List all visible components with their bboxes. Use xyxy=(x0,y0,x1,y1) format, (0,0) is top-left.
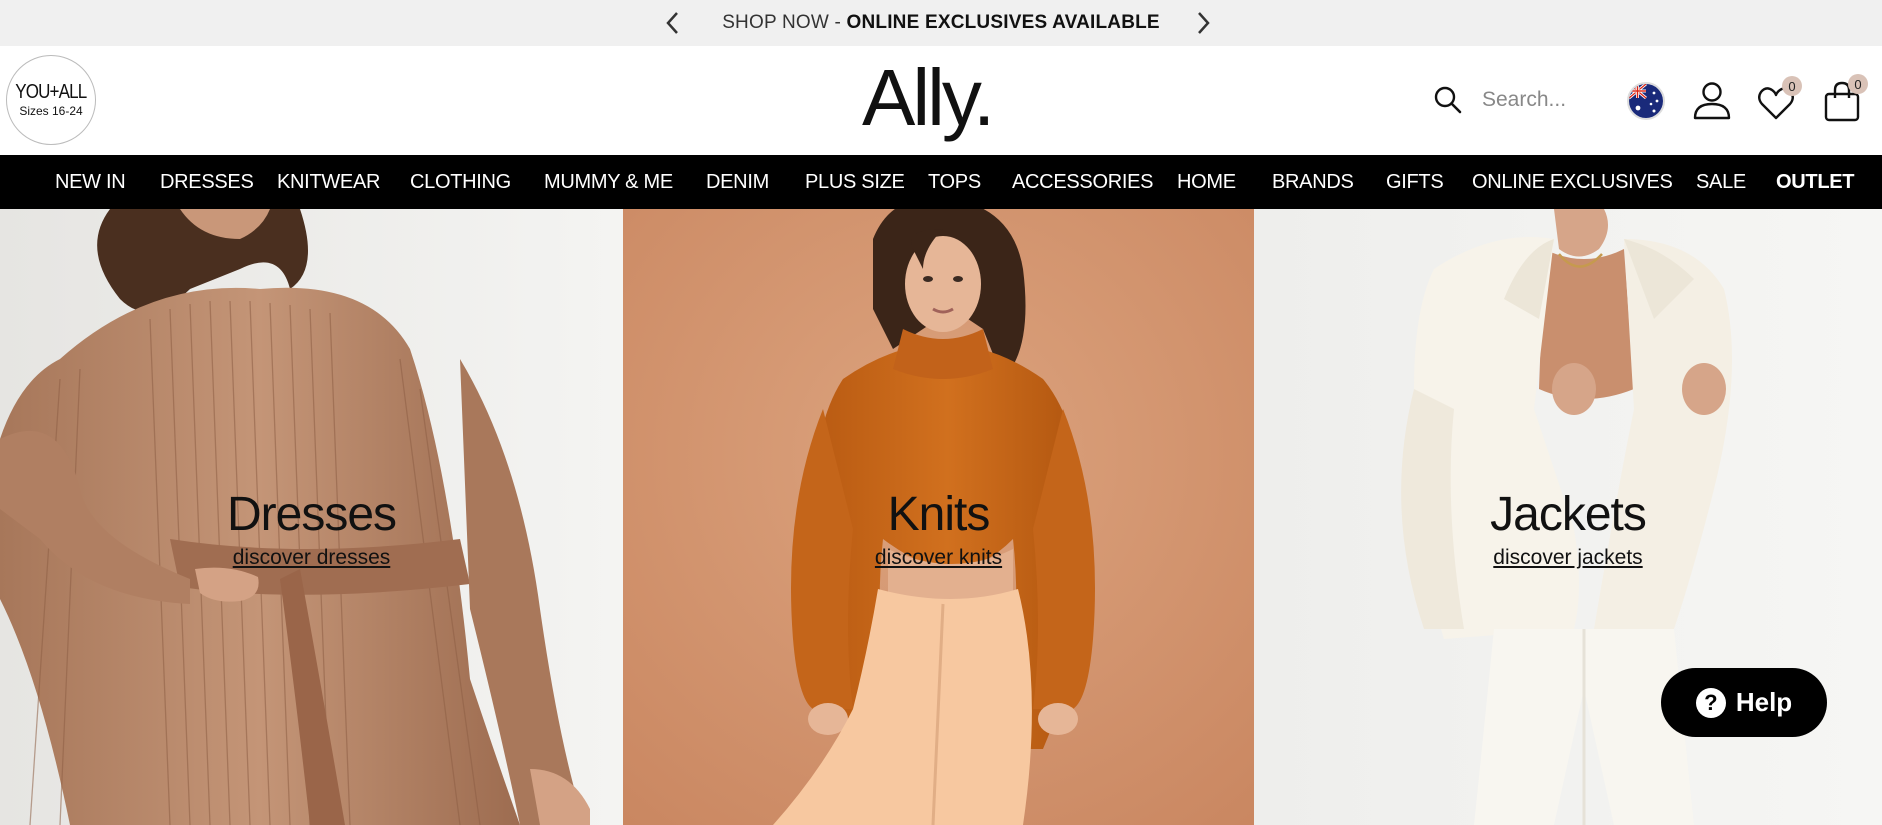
nav-item-outlet[interactable]: OUTLET xyxy=(1776,155,1855,209)
question-mark-icon: ? xyxy=(1695,687,1726,718)
site-header: YOU+ALL Sizes 16-24 Ally. Search... 0 0 xyxy=(0,46,1882,155)
tile-knits[interactable]: Knits discover knits xyxy=(623,209,1254,825)
announcement-highlight: ONLINE EXCLUSIVES AVAILABLE xyxy=(846,12,1160,33)
announcement-bar: SHOP NOW - ONLINE EXCLUSIVES AVAILABLE xyxy=(0,0,1882,46)
nav-item-gifts[interactable]: GIFTS xyxy=(1386,155,1444,209)
tile-jackets-title: Jackets xyxy=(1490,488,1647,541)
search-input[interactable] xyxy=(1480,83,1604,117)
main-navigation: NEW IN DRESSES KNITWEAR CLOTHING MUMMY &… xyxy=(0,155,1882,209)
nav-item-knitwear[interactable]: KNITWEAR xyxy=(277,155,380,209)
you-plus-all-title: YOU+ALL xyxy=(15,81,87,103)
announcement-next-button[interactable] xyxy=(1188,7,1218,39)
nav-item-plus-size[interactable]: PLUS SIZE xyxy=(805,155,905,209)
announcement-text[interactable]: SHOP NOW - ONLINE EXCLUSIVES AVAILABLE xyxy=(722,12,1160,34)
help-label: Help xyxy=(1735,687,1793,717)
nav-item-sale[interactable]: SALE xyxy=(1696,155,1746,209)
nav-item-tops[interactable]: TOPS xyxy=(928,155,981,209)
tile-knits-link[interactable]: discover knits xyxy=(623,546,1254,570)
region-selector[interactable] xyxy=(1627,82,1665,120)
search-icon[interactable] xyxy=(1433,85,1463,115)
nav-item-home[interactable]: HOME xyxy=(1177,155,1236,209)
nav-item-dresses[interactable]: DRESSES xyxy=(160,155,254,209)
category-tiles: Dresses discover dresses Knits discover … xyxy=(0,209,1882,825)
wishlist-count-badge: 0 xyxy=(1782,76,1802,96)
help-button[interactable]: ? Help xyxy=(1661,668,1827,737)
tile-jackets-link[interactable]: discover jackets xyxy=(1254,546,1882,570)
account-icon[interactable] xyxy=(1692,80,1732,120)
you-plus-all-badge[interactable]: YOU+ALL Sizes 16-24 xyxy=(6,55,96,145)
australia-flag-icon xyxy=(1629,84,1663,118)
tile-dresses-link[interactable]: discover dresses xyxy=(0,546,623,570)
nav-item-brands[interactable]: BRANDS xyxy=(1272,155,1354,209)
nav-item-denim[interactable]: DENIM xyxy=(706,155,769,209)
site-logo[interactable]: Ally. xyxy=(862,52,995,144)
you-plus-all-sizes: Sizes 16-24 xyxy=(19,104,83,118)
tile-dresses[interactable]: Dresses discover dresses xyxy=(0,209,623,825)
announcement-prefix: SHOP NOW - xyxy=(722,12,847,33)
chevron-left-icon xyxy=(666,12,678,34)
nav-item-accessories[interactable]: ACCESSORIES xyxy=(1012,155,1153,209)
announcement-prev-button[interactable] xyxy=(658,7,688,39)
tile-dresses-title: Dresses xyxy=(226,488,397,541)
nav-item-mummy-and-me[interactable]: MUMMY & ME xyxy=(544,155,673,209)
wishlist-button[interactable]: 0 xyxy=(1756,76,1802,122)
nav-item-online-exclusives[interactable]: ONLINE EXCLUSIVES xyxy=(1472,155,1673,209)
nav-item-clothing[interactable]: CLOTHING xyxy=(410,155,511,209)
chevron-right-icon xyxy=(1198,12,1210,34)
cart-count-badge: 0 xyxy=(1848,74,1868,94)
nav-item-new-in[interactable]: NEW IN xyxy=(55,155,126,209)
cart-button[interactable]: 0 xyxy=(1822,74,1868,122)
tile-knits-title: Knits xyxy=(887,488,991,541)
